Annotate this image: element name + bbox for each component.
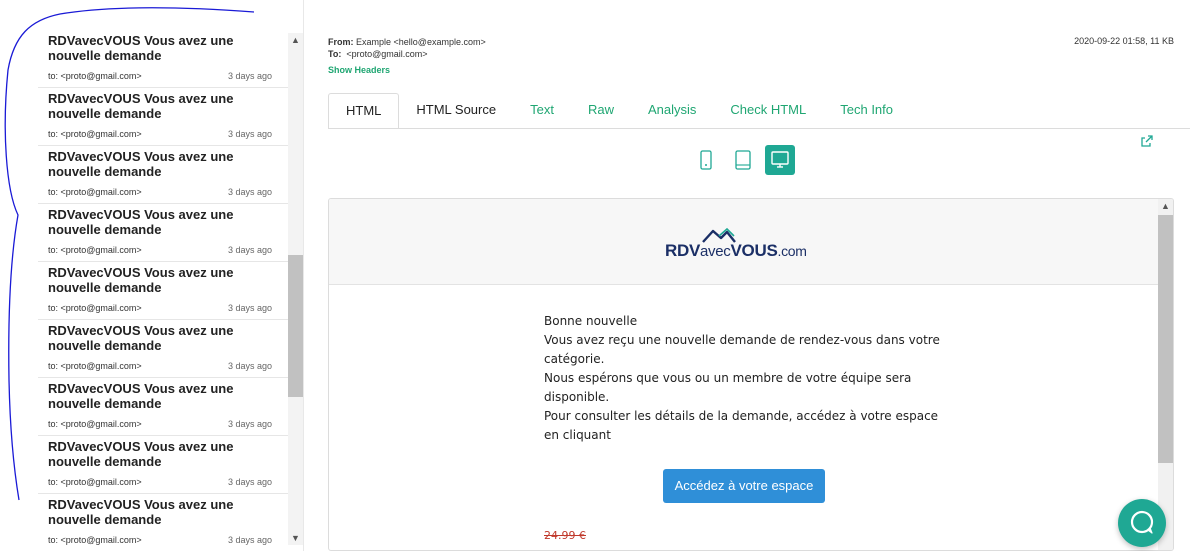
tab-check-html[interactable]: Check HTML (713, 93, 823, 129)
logo-part-rdv: RDV (665, 241, 700, 260)
list-item[interactable]: RDVavecVOUS Vous avez une nouvelle deman… (38, 30, 288, 88)
logo-part-vous: VOUS (730, 241, 778, 260)
logo-wordmark: RDVavecVOUS.com (665, 241, 807, 261)
message-subject: RDVavecVOUS Vous avez une nouvelle deman… (48, 265, 234, 295)
message-time: 3 days ago (227, 361, 272, 371)
message-recipient: to: <proto@gmail.com> (48, 361, 142, 371)
list-item[interactable]: RDVavecVOUS Vous avez une nouvelle deman… (38, 204, 288, 262)
tab-raw[interactable]: Raw (571, 93, 631, 129)
mobile-icon (700, 150, 712, 170)
old-price: 24.99 € (544, 529, 586, 542)
list-item[interactable]: RDVavecVOUS Vous avez une nouvelle deman… (38, 378, 288, 436)
message-list: RDVavecVOUS Vous avez une nouvelle deman… (38, 30, 288, 551)
to-label: To: (328, 49, 342, 59)
list-item[interactable]: RDVavecVOUS Vous avez une nouvelle deman… (38, 88, 288, 146)
desktop-view-button[interactable] (765, 145, 795, 175)
chat-icon (1130, 510, 1154, 534)
message-subject: RDVavecVOUS Vous avez une nouvelle deman… (48, 33, 234, 63)
scroll-up-icon[interactable]: ▲ (288, 33, 303, 47)
message-recipient: to: <proto@gmail.com> (48, 245, 142, 255)
view-tabs: HTML HTML Source Text Raw Analysis Check… (328, 93, 910, 129)
scrollbar-thumb[interactable] (288, 255, 303, 397)
message-recipient: to: <proto@gmail.com> (48, 303, 142, 313)
show-headers-link[interactable]: Show Headers (328, 65, 390, 75)
message-time: 3 days ago (227, 535, 272, 545)
body-line: disponible. (544, 390, 610, 404)
message-recipient: to: <proto@gmail.com> (48, 129, 142, 139)
message-subject: RDVavecVOUS Vous avez une nouvelle deman… (48, 497, 234, 527)
tablet-icon (735, 150, 751, 170)
scroll-down-icon[interactable]: ▼ (288, 531, 303, 545)
message-subject: RDVavecVOUS Vous avez une nouvelle deman… (48, 207, 234, 237)
logo-part-domain: .com (777, 243, 807, 259)
tab-tech-info[interactable]: Tech Info (823, 93, 910, 129)
message-meta: 2020-09-22 01:58, 11 KB (1074, 36, 1174, 46)
body-line: Nous espérons que vous ou un membre de v… (544, 371, 912, 385)
access-space-button[interactable]: Accédez à votre espace (663, 469, 825, 503)
tab-text[interactable]: Text (513, 93, 571, 129)
tab-html-source[interactable]: HTML Source (399, 93, 513, 129)
list-item[interactable]: RDVavecVOUS Vous avez une nouvelle deman… (38, 146, 288, 204)
message-subject: RDVavecVOUS Vous avez une nouvelle deman… (48, 149, 234, 179)
message-recipient: to: <proto@gmail.com> (48, 187, 142, 197)
list-item[interactable]: RDVavecVOUS Vous avez une nouvelle deman… (38, 436, 288, 494)
message-recipient: to: <proto@gmail.com> (48, 71, 142, 81)
message-subject: RDVavecVOUS Vous avez une nouvelle deman… (48, 381, 234, 411)
tablet-view-button[interactable] (728, 145, 758, 175)
external-link-icon[interactable] (1140, 134, 1154, 148)
message-time: 3 days ago (227, 477, 272, 487)
to-value: <proto@gmail.com> (346, 49, 428, 59)
tab-analysis[interactable]: Analysis (631, 93, 713, 129)
email-header-band: RDVavecVOUS.com (329, 199, 1159, 285)
body-line: en cliquant (544, 428, 611, 442)
email-body: Bonne nouvelle Vous avez reçu une nouvel… (544, 312, 944, 445)
list-item[interactable]: RDVavecVOUS Vous avez une nouvelle deman… (38, 494, 288, 551)
body-line: Pour consulter les détails de la demande… (544, 409, 939, 423)
desktop-icon (771, 151, 789, 168)
message-time: 3 days ago (227, 71, 272, 81)
message-time: 3 days ago (227, 245, 272, 255)
message-subject: RDVavecVOUS Vous avez une nouvelle deman… (48, 323, 234, 353)
body-line: Vous avez reçu une nouvelle demande de r… (544, 333, 940, 347)
app-root: RDVavecVOUS Vous avez une nouvelle deman… (0, 0, 1190, 551)
list-item[interactable]: RDVavecVOUS Vous avez une nouvelle deman… (38, 320, 288, 378)
message-time: 3 days ago (227, 187, 272, 197)
brand-logo: RDVavecVOUS.com (665, 227, 825, 263)
from-label: From: (328, 37, 354, 47)
message-time: 3 days ago (227, 419, 272, 429)
pane-divider (303, 0, 304, 551)
message-header: From: Example <hello@example.com> To: <p… (328, 36, 486, 60)
body-line: catégorie. (544, 352, 605, 366)
email-preview: RDVavecVOUS.com Bonne nouvelle Vous avez… (328, 198, 1174, 551)
message-subject: RDVavecVOUS Vous avez une nouvelle deman… (48, 439, 234, 469)
message-time: 3 days ago (227, 129, 272, 139)
message-subject: RDVavecVOUS Vous avez une nouvelle deman… (48, 91, 234, 121)
mobile-view-button[interactable] (691, 145, 721, 175)
scrollbar-thumb[interactable] (1158, 215, 1173, 463)
scroll-up-icon[interactable]: ▲ (1158, 199, 1173, 213)
tab-html[interactable]: HTML (328, 93, 400, 129)
message-time: 3 days ago (227, 303, 272, 313)
body-line: Bonne nouvelle (544, 314, 638, 328)
tabs-underline (328, 128, 1190, 129)
message-recipient: to: <proto@gmail.com> (48, 477, 142, 487)
message-recipient: to: <proto@gmail.com> (48, 535, 142, 545)
list-item[interactable]: RDVavecVOUS Vous avez une nouvelle deman… (38, 262, 288, 320)
chat-button[interactable] (1118, 499, 1166, 547)
message-list-scrollbar[interactable]: ▲ ▼ (288, 33, 303, 545)
from-value: Example <hello@example.com> (356, 37, 486, 47)
logo-part-avec: avec (700, 243, 731, 260)
message-recipient: to: <proto@gmail.com> (48, 419, 142, 429)
